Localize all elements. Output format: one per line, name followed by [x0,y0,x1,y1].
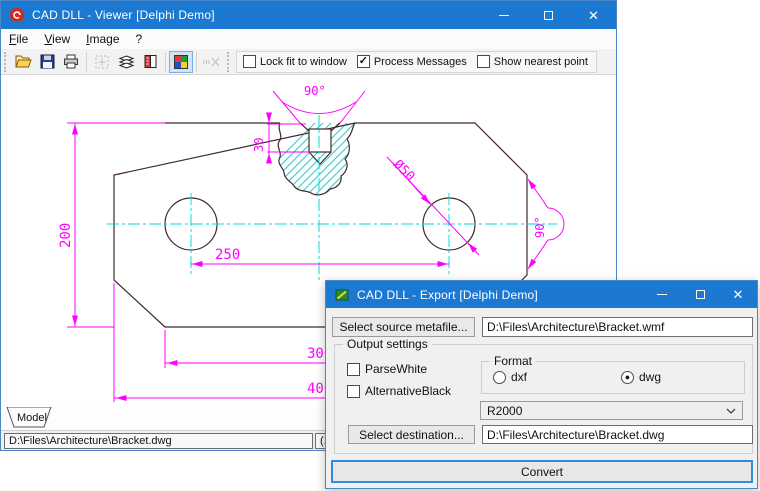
close-icon: ✕ [588,9,599,22]
menubar: File View Image ? [1,29,616,49]
section-hatch [237,119,439,201]
open-folder-icon [15,54,32,69]
model-tab-label: Model [17,412,47,424]
radio-dot: ● [621,371,634,384]
layers-icon [118,54,135,69]
process-messages-checkbox[interactable]: ✓ Process Messages [357,55,467,68]
dim-holes-distance: 250 [215,247,240,263]
square-hole [309,129,331,152]
radio-label: dxf [511,370,527,384]
lock-fit-checkbox[interactable]: Lock fit to window [243,55,347,68]
toolbar-grip[interactable] [227,52,232,72]
layouts-button[interactable] [138,51,162,73]
export-minimize-button[interactable] [643,281,681,308]
measure-button[interactable] [200,51,224,73]
output-settings-label: Output settings [343,337,432,351]
status-file-path: D:\Files\Architecture\Bracket.dwg [4,433,313,449]
maximize-icon [696,290,705,299]
format-label: Format [490,354,536,368]
export-title: CAD DLL - Export [Delphi Demo] [357,288,643,302]
show-nearest-point-checkbox[interactable]: Show nearest point [477,55,588,68]
fit-to-window-icon [94,54,110,70]
toolbar-grip[interactable] [4,52,9,72]
checkbox-label: ParseWhite [365,362,427,376]
checkbox-box [347,363,360,376]
model-tab[interactable]: Model [6,407,52,428]
layers-button[interactable] [114,51,138,73]
minimize-icon [499,15,509,16]
chevron-down-icon [726,408,736,414]
colors-icon [174,55,188,69]
checkbox-box: ✓ [357,55,370,68]
measure-icon [203,56,221,68]
export-maximize-button[interactable] [681,281,719,308]
save-icon [40,54,55,69]
toolbar-separator [196,52,197,72]
version-dropdown[interactable]: R2000 [480,401,743,420]
export-titlebar[interactable]: CAD DLL - Export [Delphi Demo] ✕ [326,281,757,308]
viewer-minimize-button[interactable] [481,1,526,29]
checkbox-label: AlternativeBlack [365,384,451,398]
print-icon [63,54,79,69]
maximize-icon [544,11,553,20]
viewer-titlebar[interactable]: CAD DLL - Viewer [Delphi Demo] ✕ [1,1,616,29]
export-app-icon [334,287,350,303]
close-icon: ✕ [733,288,744,301]
menu-view[interactable]: View [36,30,78,48]
viewer-app-icon [9,7,25,23]
viewer-maximize-button[interactable] [526,1,571,29]
checkbox-label: Process Messages [374,56,467,68]
checkbox-label: Lock fit to window [260,56,347,68]
checkbox-box [243,55,256,68]
format-dxf-radio[interactable]: dxf [493,370,527,384]
export-close-button[interactable]: ✕ [719,281,757,308]
menu-file[interactable]: File [1,30,36,48]
menu-help[interactable]: ? [128,30,151,48]
toolbar-separator [86,52,87,72]
checkbox-box [347,385,360,398]
checkbox-label: Show nearest point [494,56,588,68]
version-value: R2000 [487,404,726,418]
print-button[interactable] [59,51,83,73]
color-mode-button[interactable] [169,51,193,73]
convert-button[interactable]: Convert [331,460,753,483]
dim-notch-depth: 30 [252,138,266,152]
select-destination-button[interactable]: Select destination... [348,425,475,444]
desktop: CAD DLL - Viewer [Delphi Demo] ✕ File Vi… [0,0,760,491]
toolbar-options: Lock fit to window ✓ Process Messages Sh… [236,51,597,73]
dim-hole-diameter: Ø50 [390,157,417,184]
viewer-title: CAD DLL - Viewer [Delphi Demo] [32,8,481,22]
export-dialog: CAD DLL - Export [Delphi Demo] ✕ Select … [325,280,758,489]
menu-image[interactable]: Image [78,30,127,48]
centerlines [107,115,557,280]
checkbox-box [477,55,490,68]
save-button[interactable] [35,51,59,73]
fit-to-window-button[interactable] [90,51,114,73]
minimize-icon [657,294,667,295]
dim-side-angle: 90° [533,216,547,238]
format-dwg-radio[interactable]: ● dwg [621,370,661,384]
viewer-close-button[interactable]: ✕ [571,1,616,29]
radio-label: dwg [639,370,661,384]
dim-height: 200 [58,223,74,248]
source-path-field[interactable]: D:\Files\Architecture\Bracket.wmf [482,317,753,337]
destination-path-field[interactable]: D:\Files\Architecture\Bracket.dwg [482,425,753,444]
select-source-button[interactable]: Select source metafile... [332,317,475,337]
toolbar-separator [165,52,166,72]
radio-dot [493,371,506,384]
parsewhite-checkbox[interactable]: ParseWhite [347,362,427,376]
open-file-button[interactable] [11,51,35,73]
alternativeblack-checkbox[interactable]: AlternativeBlack [347,384,451,398]
toolbar: Lock fit to window ✓ Process Messages Sh… [1,49,616,75]
layouts-book-icon [143,54,158,69]
dim-notch-angle: 90° [304,84,326,98]
